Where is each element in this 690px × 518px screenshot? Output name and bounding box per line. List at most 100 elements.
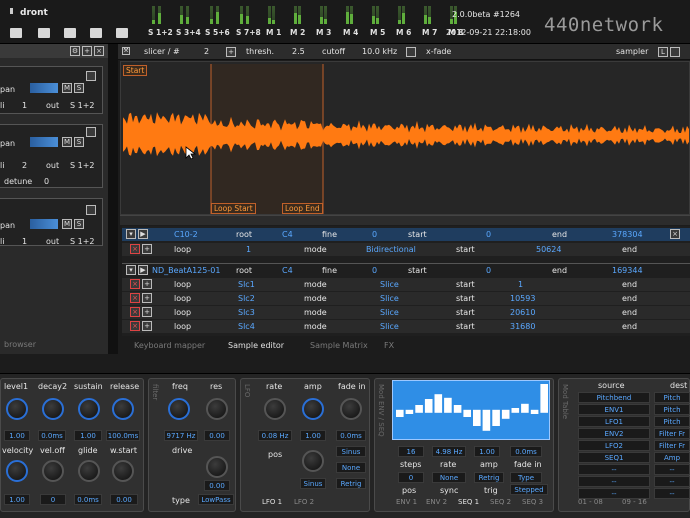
out-s12[interactable]: S 1+2 (148, 28, 173, 37)
lfo-rate-knob[interactable] (264, 398, 286, 420)
tab-sample-editor[interactable]: Sample editor (228, 341, 284, 350)
out-s56[interactable]: S 5+6 (205, 28, 230, 37)
out-m3[interactable]: M 3 (316, 28, 331, 37)
decay2-value[interactable]: 0.0ms (38, 430, 66, 441)
play-icon[interactable]: ▶ (138, 265, 148, 275)
thresh-value[interactable]: 2.5 (292, 47, 305, 56)
window-icon[interactable] (86, 127, 96, 137)
mod-dest-select[interactable]: Filter Fr (654, 428, 690, 439)
mod-source-select[interactable]: -- (578, 464, 650, 475)
filter-type-select[interactable]: LowPass (198, 494, 234, 505)
play-icon[interactable]: ▶ (138, 229, 148, 239)
fine-value[interactable]: 0 (372, 228, 377, 241)
loop-end-marker[interactable]: Loop End (282, 203, 323, 214)
mod-dest-select[interactable]: -- (654, 488, 690, 499)
collapse-icon[interactable]: ▾ (126, 265, 136, 275)
out-s78[interactable]: S 7+8 (236, 28, 261, 37)
level1-knob[interactable] (6, 398, 28, 420)
glide-knob[interactable] (78, 460, 100, 482)
wstart-value[interactable]: 0.00 (110, 494, 138, 505)
mod-source-select[interactable]: SEQ1 (578, 452, 650, 463)
window-icon[interactable] (86, 205, 96, 215)
seq-pos-value[interactable]: 0 (398, 472, 424, 483)
seq-steps-value[interactable]: 16 (398, 446, 424, 457)
seq-sync-value[interactable]: None (432, 472, 466, 483)
wrench-icon[interactable]: ⚙ (70, 46, 80, 56)
out-m1[interactable]: M 1 (266, 28, 281, 37)
pan-slider[interactable] (30, 219, 58, 229)
tab-fx[interactable]: FX (384, 341, 394, 350)
open-icon[interactable] (38, 28, 50, 38)
mute-button[interactable]: M (62, 219, 72, 229)
out-m5[interactable]: M 5 (370, 28, 385, 37)
table-row[interactable]: × + loop Slc1 mode Slice start 1 end (122, 278, 690, 291)
freq-value[interactable]: 9717 Hz (164, 430, 198, 441)
mode-value[interactable]: Slice (380, 306, 399, 319)
modtable-page-1[interactable]: 01 - 08 (578, 498, 603, 506)
mod-source-select[interactable]: ENV1 (578, 404, 650, 415)
mode-value[interactable]: Bidirectional (366, 243, 416, 256)
waveform-view[interactable]: Start Loop Start Loop End (120, 61, 690, 215)
solo-button[interactable]: S (74, 219, 84, 229)
veloff-knob[interactable] (42, 460, 64, 482)
out-value[interactable]: S 1+2 (70, 101, 95, 110)
delete-loop-icon[interactable]: × (130, 321, 140, 331)
out-m7[interactable]: M 7 (422, 28, 437, 37)
level1-value[interactable]: 1.00 (4, 430, 30, 441)
window-icon[interactable] (670, 47, 680, 57)
pan-slider[interactable] (30, 83, 58, 93)
freq-knob[interactable] (168, 398, 190, 420)
out-value[interactable]: S 1+2 (70, 237, 95, 246)
add-icon[interactable]: + (82, 46, 92, 56)
table-row[interactable]: × + loop Slc4 mode Slice start 31680 end (122, 320, 690, 333)
lfo-fadein-knob[interactable] (340, 398, 362, 420)
lfo-pos-knob[interactable] (302, 450, 324, 472)
decay2-knob[interactable] (42, 398, 64, 420)
mod-dest-select[interactable]: -- (654, 464, 690, 475)
mod-source-select[interactable]: Pitchbend (578, 392, 650, 403)
loop-start-marker[interactable]: Loop Start (211, 203, 256, 214)
lfo-sync-select[interactable]: None (336, 462, 366, 473)
remove-icon[interactable]: × (670, 229, 680, 239)
root-value[interactable]: C4 (282, 264, 293, 277)
start-value[interactable]: 1 (518, 278, 523, 291)
mod-dest-select[interactable]: Amp (654, 452, 690, 463)
out-m6[interactable]: M 6 (396, 28, 411, 37)
tab-keyboard-mapper[interactable]: Keyboard mapper (134, 341, 205, 350)
tab-seq3[interactable]: SEQ 3 (522, 498, 543, 506)
out-m2[interactable]: M 2 (290, 28, 305, 37)
input-value[interactable]: 1 (22, 101, 27, 110)
res-value[interactable]: 0.00 (204, 430, 230, 441)
glide-value[interactable]: 0.0ms (74, 494, 102, 505)
modtable-page-2[interactable]: 09 - 16 (622, 498, 647, 506)
window-icon[interactable] (86, 71, 96, 81)
root-value[interactable]: C4 (282, 228, 293, 241)
solo-button[interactable]: S (74, 83, 84, 93)
mod-source-select[interactable]: ENV2 (578, 428, 650, 439)
end-value[interactable]: 169344 (612, 264, 643, 277)
mode-value[interactable]: Slice (380, 278, 399, 291)
loop-index[interactable]: Slc3 (238, 306, 255, 319)
solo-button[interactable]: S (74, 137, 84, 147)
lfo-amp-value[interactable]: 1.00 (300, 430, 326, 441)
mute-button[interactable]: M (62, 137, 72, 147)
add-loop-icon[interactable]: + (142, 279, 152, 289)
velocity-value[interactable]: 1.00 (4, 494, 30, 505)
tab-lfo2[interactable]: LFO 2 (294, 498, 314, 506)
add-loop-icon[interactable]: + (142, 307, 152, 317)
lfo-trig-select[interactable]: Retrig (336, 478, 366, 489)
res-knob[interactable] (206, 398, 228, 420)
wstart-knob[interactable] (112, 460, 134, 482)
save-icon[interactable] (64, 28, 76, 38)
seq-fade-value[interactable]: 0.0ms (510, 446, 542, 457)
mod-source-select[interactable]: LFO2 (578, 440, 650, 451)
tab-browser[interactable]: browser (4, 340, 36, 349)
drive-knob[interactable] (206, 456, 228, 478)
sustain-knob[interactable] (78, 398, 100, 420)
mod-dest-select[interactable]: -- (654, 476, 690, 487)
out-value[interactable]: S 1+2 (70, 161, 95, 170)
xfade-toggle[interactable] (406, 47, 416, 57)
mod-source-select[interactable]: LFO1 (578, 416, 650, 427)
table-row[interactable]: × + loop Slc2 mode Slice start 10593 end (122, 292, 690, 305)
mod-source-select[interactable]: -- (578, 476, 650, 487)
